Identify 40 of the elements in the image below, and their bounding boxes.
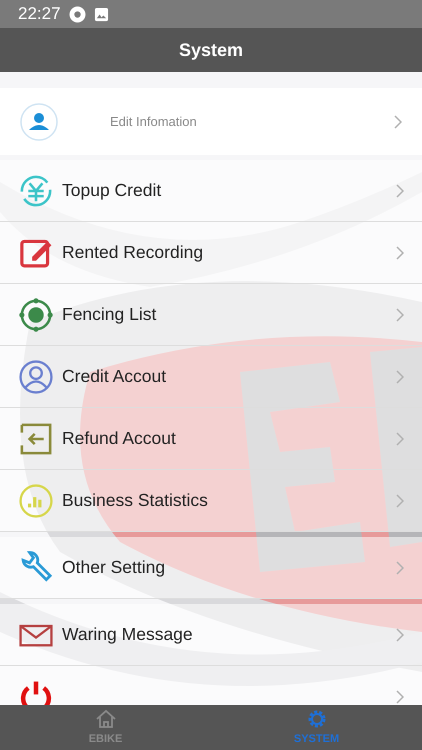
profile-row[interactable]: Edit Infomation bbox=[0, 88, 422, 155]
chevron-icon bbox=[396, 246, 404, 260]
menu-label: Other Setting bbox=[62, 556, 166, 580]
user-icon bbox=[18, 358, 54, 394]
chevron-icon bbox=[396, 494, 404, 508]
status-time: 22:27 bbox=[18, 3, 61, 26]
chevron-icon bbox=[396, 690, 404, 704]
chart-icon bbox=[18, 482, 54, 518]
chevron-icon bbox=[394, 114, 402, 128]
menu-item[interactable]: Refund Accout bbox=[0, 408, 422, 470]
target-icon bbox=[18, 296, 54, 332]
menu-item[interactable]: Topup Credit bbox=[0, 160, 422, 222]
chevron-icon bbox=[396, 432, 404, 446]
chevron-icon bbox=[396, 628, 404, 642]
home-icon bbox=[94, 707, 118, 731]
menu-item[interactable]: Fencing List bbox=[0, 284, 422, 346]
menu-item[interactable]: Credit Accout bbox=[0, 346, 422, 408]
chevron-icon bbox=[396, 560, 404, 574]
profile-label: Edit Infomation bbox=[110, 112, 197, 131]
screen-title: System bbox=[178, 38, 244, 62]
browser-icon bbox=[68, 6, 86, 22]
currency-icon bbox=[18, 172, 54, 208]
power-icon bbox=[18, 678, 54, 705]
menu-label: Refund Accout bbox=[62, 427, 176, 450]
menu-label: Waring Message bbox=[62, 623, 193, 646]
menu-item[interactable]: Other Setting bbox=[0, 537, 422, 599]
avatar-icon bbox=[20, 102, 58, 140]
menu-label: Credit Accout bbox=[62, 365, 166, 388]
menu-label: Fencing List bbox=[62, 303, 156, 326]
menu-item[interactable]: Business Statistics bbox=[0, 470, 422, 532]
chevron-icon bbox=[396, 308, 404, 322]
menu-label: Business Statistics bbox=[62, 489, 208, 512]
menu-item[interactable]: Rented Recording bbox=[0, 222, 422, 284]
menu-label: Topup Credit bbox=[62, 179, 162, 202]
chevron-icon bbox=[396, 184, 404, 198]
return-icon bbox=[18, 420, 54, 456]
chevron-icon bbox=[396, 370, 404, 384]
image-icon bbox=[94, 6, 109, 22]
menu-label: Rented Recording bbox=[62, 241, 204, 264]
menu-item[interactable]: Waring Message bbox=[0, 604, 422, 666]
